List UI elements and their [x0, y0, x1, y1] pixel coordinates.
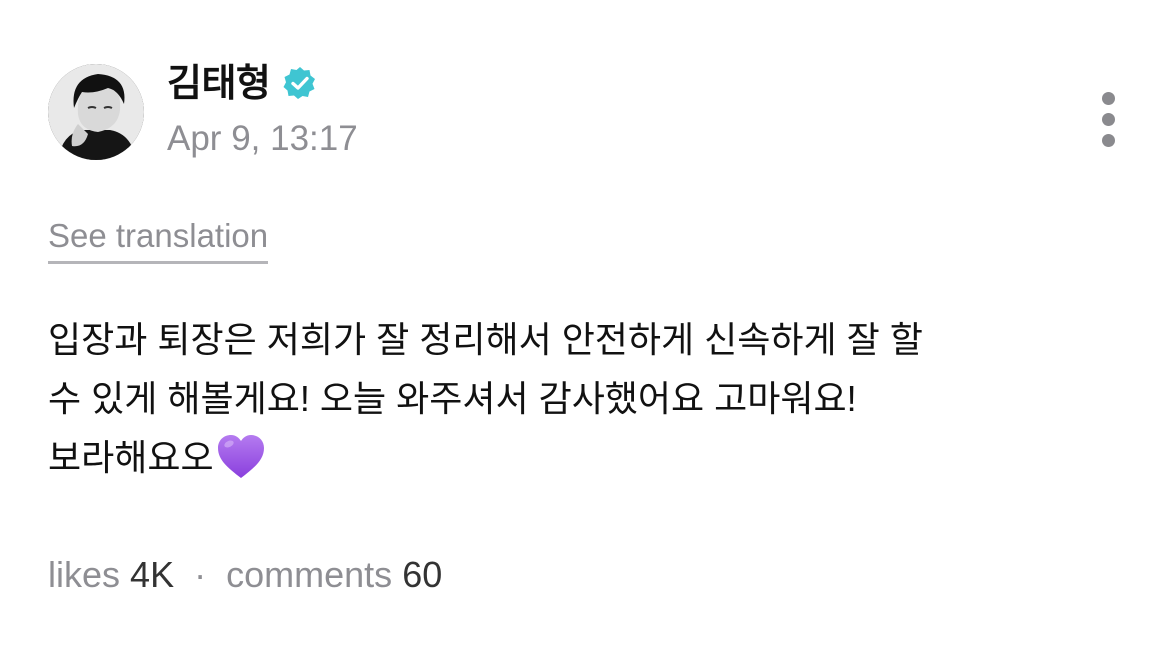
post-body: 입장과 퇴장은 저희가 잘 정리해서 안전하게 신속하게 잘 할 수 있게 해볼… [48, 310, 1128, 487]
likes-count[interactable]: 4K [130, 554, 174, 595]
post-card: 김태형 Apr 9, 13:17 See translation 입장과 퇴장은… [0, 0, 1169, 667]
see-translation-link[interactable]: See translation [48, 215, 269, 264]
more-vertical-icon [1102, 92, 1115, 105]
more-vertical-icon-dot [1102, 134, 1115, 147]
post-body-text: 보라해요오 [48, 437, 214, 478]
post-body-line: 수 있게 해볼게요! 오늘 와주셔서 감사했어요 고마워요! [48, 378, 857, 419]
cropped-text-fragment [703, 0, 717, 4]
comments-count[interactable]: 60 [402, 554, 442, 595]
verified-badge-icon [283, 67, 315, 99]
post-timestamp: Apr 9, 13:17 [167, 119, 358, 158]
comments-label[interactable]: comments [226, 554, 392, 595]
post-body-line: 입장과 퇴장은 저희가 잘 정리해서 안전하게 신속하게 잘 할 [48, 319, 923, 360]
author-name[interactable]: 김태형 [167, 60, 271, 108]
stats-separator: · [194, 554, 207, 595]
post-stats: likes 4K · comments 60 [48, 551, 442, 599]
avatar[interactable] [48, 64, 144, 160]
more-options-button[interactable] [1092, 86, 1126, 152]
purple-heart-icon [217, 435, 264, 478]
post-body-line-last: 보라해요오 [48, 428, 1128, 487]
more-vertical-icon-dot [1102, 113, 1115, 126]
likes-label[interactable]: likes [48, 554, 120, 595]
avatar-photo [48, 64, 144, 160]
